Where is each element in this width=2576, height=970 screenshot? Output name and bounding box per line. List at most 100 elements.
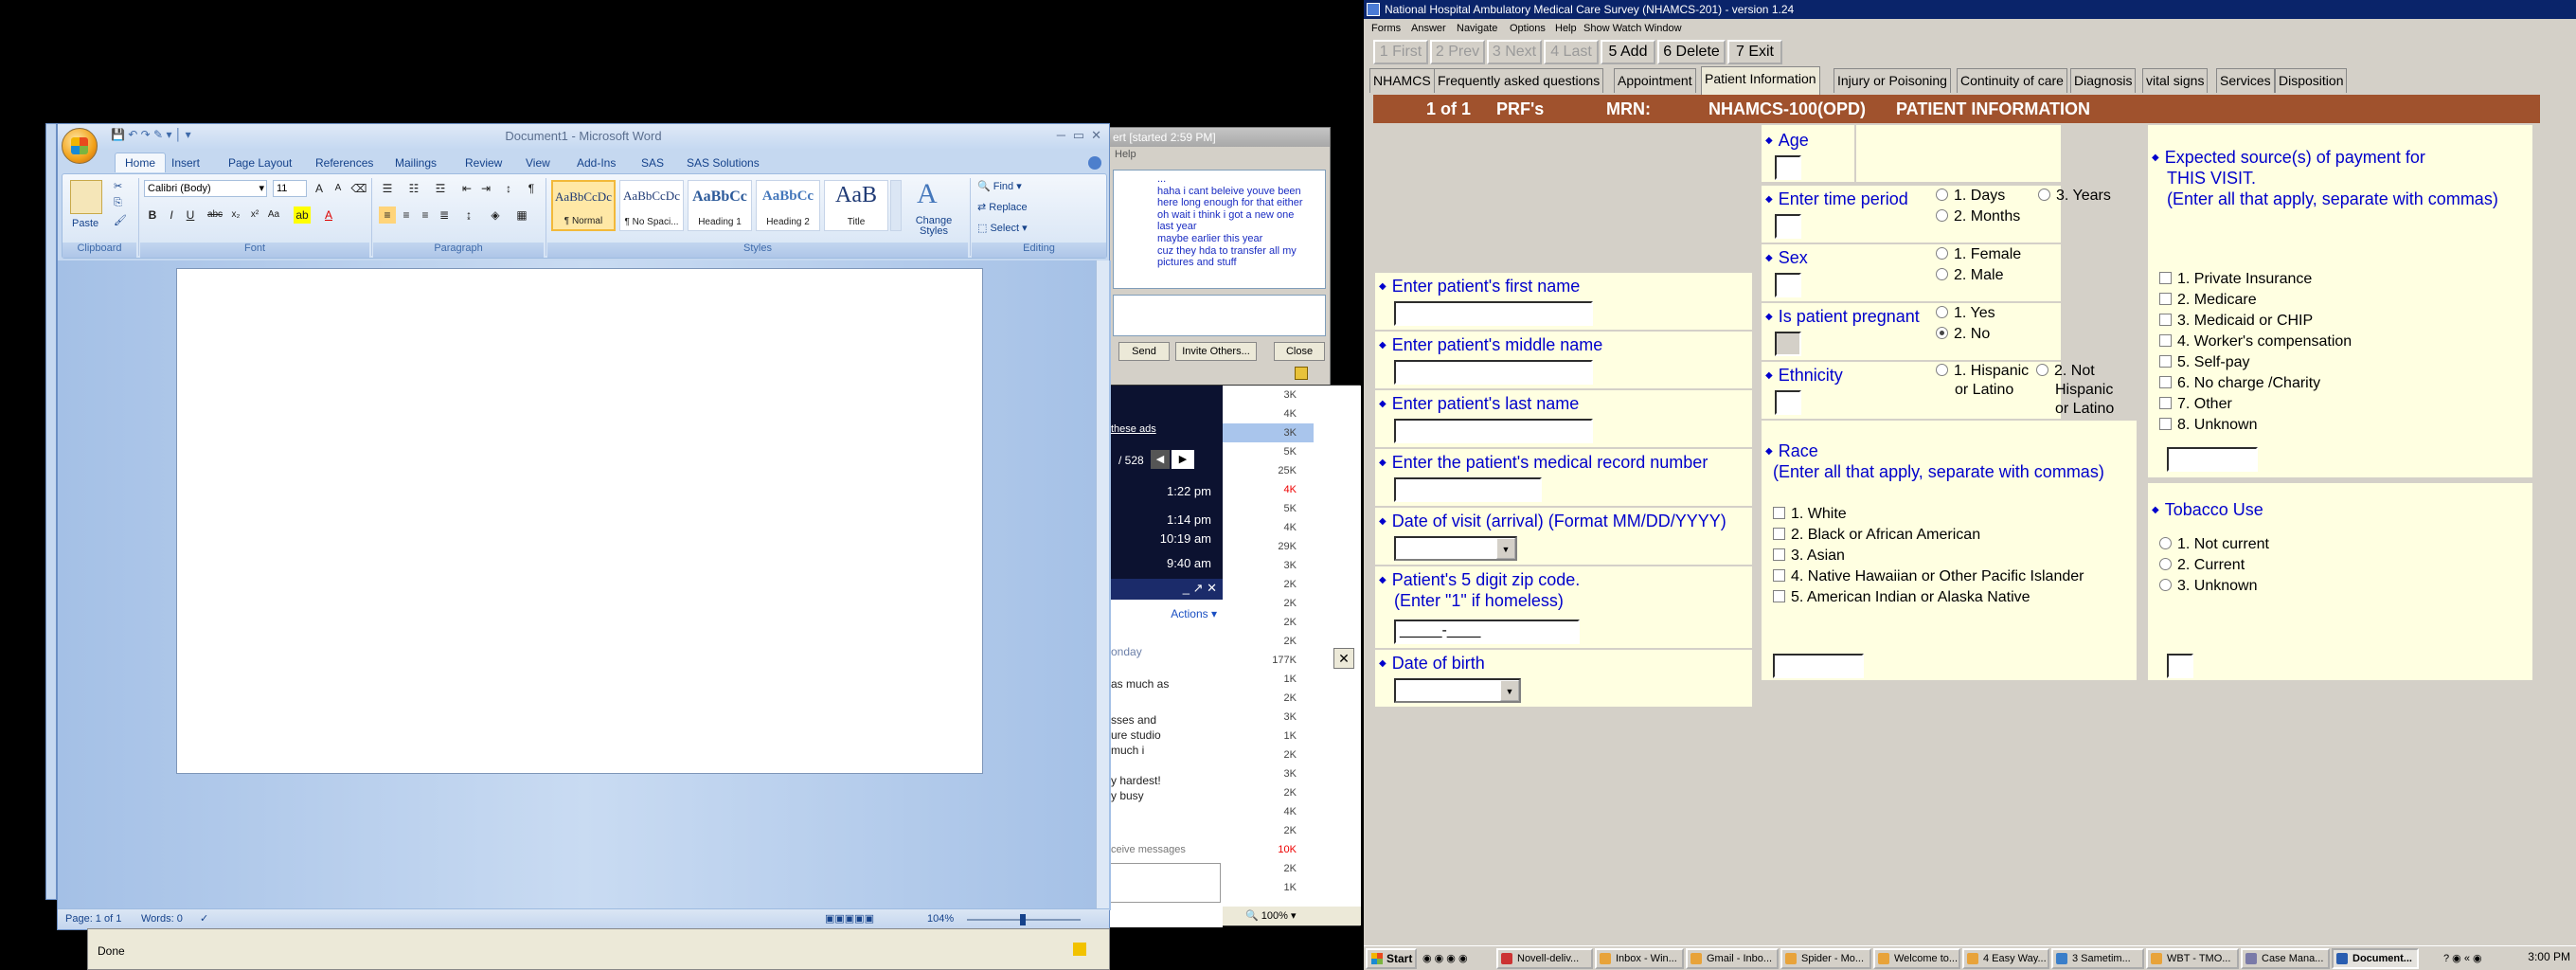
- minimize-icon[interactable]: ─: [1057, 128, 1065, 142]
- tab-nhamcs[interactable]: NHAMCS: [1369, 68, 1435, 93]
- align-right-icon[interactable]: ≡: [417, 207, 434, 224]
- proofing-icon[interactable]: ✓: [200, 912, 208, 925]
- task-case-manager[interactable]: Case Mana...: [2241, 948, 2330, 969]
- payment-private-option[interactable]: 1. Private Insurance: [2159, 271, 2312, 288]
- underline-icon[interactable]: U: [182, 207, 199, 224]
- checkbox-icon[interactable]: [2159, 397, 2172, 409]
- payment-other-option[interactable]: 7. Other: [2159, 396, 2232, 413]
- ethnicity-input[interactable]: [1775, 390, 1801, 415]
- race-native-option[interactable]: 5. American Indian or Alaska Native: [1773, 589, 2030, 606]
- chevron-down-icon[interactable]: ▼: [1500, 680, 1519, 701]
- tab-disposition[interactable]: Disposition: [2275, 68, 2348, 93]
- mail-size-cell[interactable]: 3K: [1223, 556, 1314, 575]
- style-heading-2[interactable]: AaBbCc Heading 2: [756, 180, 820, 231]
- tab-injury[interactable]: Injury or Poisoning: [1834, 68, 1951, 93]
- payment-input[interactable]: [2167, 447, 2258, 472]
- menu-answer[interactable]: Answer: [1411, 23, 1446, 34]
- menu-forms[interactable]: Forms: [1371, 23, 1401, 34]
- paste-icon[interactable]: [70, 180, 102, 214]
- tab-sas-solutions[interactable]: SAS Solutions: [687, 156, 760, 170]
- word-count[interactable]: Words: 0: [141, 913, 183, 925]
- time-period-input[interactable]: [1775, 214, 1801, 239]
- radio-icon[interactable]: [2038, 189, 2050, 201]
- italic-icon[interactable]: I: [163, 207, 180, 224]
- tobacco-input[interactable]: [2167, 654, 2193, 678]
- actions-menu[interactable]: Actions ▾: [1171, 607, 1217, 620]
- subscript-icon[interactable]: x₂: [227, 207, 244, 224]
- task-wbt[interactable]: WBT - TMO...: [2146, 948, 2239, 969]
- task-inbox[interactable]: Inbox - Win...: [1595, 948, 1684, 969]
- menu-options[interactable]: Options: [1510, 23, 1546, 34]
- payment-workers-comp-option[interactable]: 4. Worker's compensation: [2159, 333, 2352, 350]
- task-sametime[interactable]: 3 Sametim...: [2051, 948, 2144, 969]
- chat-input[interactable]: [1113, 295, 1326, 336]
- format-painter-icon[interactable]: 🖌: [114, 214, 127, 226]
- payment-charity-option[interactable]: 6. No charge /Charity: [2159, 375, 2320, 392]
- nav-add-button[interactable]: 5 Add: [1601, 40, 1655, 64]
- sex-input[interactable]: [1775, 273, 1801, 297]
- styles-scroll[interactable]: [890, 180, 902, 231]
- nav-next-button[interactable]: 3 Next: [1487, 40, 1542, 64]
- task-novell[interactable]: Novell-deliv...: [1496, 948, 1593, 969]
- view-buttons-icon[interactable]: ▣▣▣▣▣: [825, 912, 874, 925]
- tab-references[interactable]: References: [315, 156, 373, 170]
- checkbox-icon[interactable]: [1773, 548, 1785, 561]
- shrink-font-icon[interactable]: A: [330, 180, 347, 197]
- mail-size-cell[interactable]: 29K: [1223, 537, 1314, 556]
- checkbox-icon[interactable]: [2159, 293, 2172, 305]
- mail-size-cell[interactable]: 5K: [1223, 499, 1314, 518]
- race-input[interactable]: [1773, 654, 1864, 678]
- sex-male-option[interactable]: 2. Male: [1936, 267, 2003, 284]
- radio-icon[interactable]: [1936, 306, 1948, 318]
- quick-launch-icons[interactable]: ◉ ◉ ◉ ◉: [1422, 952, 1468, 964]
- nav-exit-button[interactable]: 7 Exit: [1727, 40, 1782, 64]
- task-spider[interactable]: Spider - Mo...: [1780, 948, 1871, 969]
- radio-icon[interactable]: [1936, 268, 1948, 280]
- prev-page-icon[interactable]: ◀: [1151, 450, 1170, 469]
- mail-size-cell[interactable]: 2K: [1223, 783, 1314, 802]
- time-days-option[interactable]: 1. Days: [1936, 188, 2005, 205]
- mail-size-cell[interactable]: 25K: [1223, 461, 1314, 480]
- mail-zoom[interactable]: 🔍 100% ▾: [1223, 907, 1361, 925]
- radio-icon[interactable]: [2159, 537, 2172, 549]
- tray-icons[interactable]: ? ◉ « ◉: [2443, 952, 2482, 964]
- mail-size-cell[interactable]: 3K: [1223, 386, 1314, 404]
- mail-size-cell[interactable]: 4K: [1223, 404, 1314, 423]
- time-years-option[interactable]: 3. Years: [2038, 188, 2111, 205]
- browser-window[interactable]: Done: [87, 928, 1110, 970]
- first-name-input[interactable]: [1394, 301, 1593, 326]
- tab-view[interactable]: View: [526, 156, 550, 170]
- change-styles-button[interactable]: Change Styles: [905, 216, 962, 237]
- checkbox-icon[interactable]: [1773, 528, 1785, 540]
- align-left-icon[interactable]: ≡: [379, 207, 396, 224]
- nav-last-button[interactable]: 4 Last: [1544, 40, 1599, 64]
- mail-ads-link[interactable]: these ads: [1111, 423, 1156, 435]
- increase-indent-icon[interactable]: ⇥: [477, 180, 494, 197]
- checkbox-icon[interactable]: [1773, 569, 1785, 582]
- pane-controls-icon[interactable]: _ ↗ ✕: [1183, 581, 1217, 596]
- tobacco-current-option[interactable]: 2. Current: [2159, 557, 2245, 574]
- mail-size-cell[interactable]: 3K: [1223, 423, 1314, 442]
- radio-icon[interactable]: [1936, 189, 1948, 201]
- mrn-input[interactable]: [1394, 477, 1542, 502]
- help-icon[interactable]: [1088, 156, 1101, 170]
- font-name-combo[interactable]: Calibri (Body) ▾: [144, 180, 267, 197]
- tab-page-layout[interactable]: Page Layout: [228, 156, 292, 170]
- style-heading-1[interactable]: AaBbCc Heading 1: [688, 180, 752, 231]
- race-pacific-option[interactable]: 4. Native Hawaiian or Other Pacific Isla…: [1773, 568, 2084, 585]
- mail-size-cell[interactable]: 1K: [1223, 670, 1314, 689]
- checkbox-icon[interactable]: [2159, 272, 2172, 284]
- pregnant-yes-option[interactable]: 1. Yes: [1936, 305, 1995, 322]
- payment-medicaid-option[interactable]: 3. Medicaid or CHIP: [2159, 313, 2313, 330]
- zoom-slider-thumb[interactable]: [1020, 914, 1026, 925]
- nav-delete-button[interactable]: 6 Delete: [1657, 40, 1726, 64]
- justify-icon[interactable]: ≣: [436, 207, 453, 224]
- race-black-option[interactable]: 2. Black or African American: [1773, 527, 1980, 544]
- radio-icon[interactable]: [2159, 558, 2172, 570]
- mail-size-cell[interactable]: 4K: [1223, 518, 1314, 537]
- multilevel-list-icon[interactable]: ☲: [432, 180, 449, 197]
- font-size-combo[interactable]: 11: [273, 180, 307, 197]
- bold-icon[interactable]: B: [144, 207, 161, 224]
- radio-icon[interactable]: [1936, 247, 1948, 260]
- radio-icon[interactable]: [2159, 579, 2172, 591]
